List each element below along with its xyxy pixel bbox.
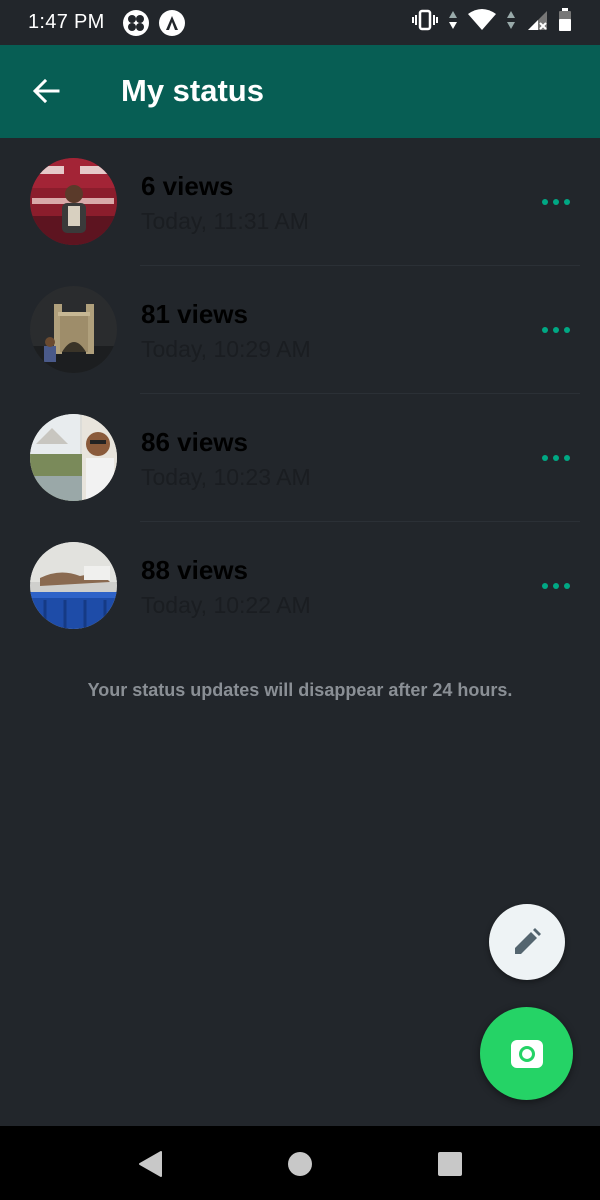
- status-right-icons: [412, 8, 572, 37]
- status-thumbnail: [30, 414, 117, 501]
- back-button[interactable]: [26, 71, 66, 111]
- more-options-button[interactable]: [536, 576, 576, 596]
- camera-icon: [510, 1039, 543, 1068]
- vibrate-icon: [412, 9, 438, 36]
- nav-home-button[interactable]: [280, 1144, 320, 1184]
- wifi-icon: [468, 9, 496, 36]
- battery-icon: [558, 8, 572, 37]
- view-count: 86 views: [141, 427, 248, 457]
- status-row[interactable]: 88 views Today, 10:22 AM: [0, 522, 600, 650]
- app-bar: My status: [0, 45, 600, 138]
- status-thumbnail: [30, 286, 117, 373]
- camera-button[interactable]: [480, 1007, 573, 1100]
- data-arrows-icon: [448, 10, 458, 35]
- status-thumbnail: [30, 158, 117, 245]
- more-options-button[interactable]: [536, 192, 576, 212]
- status-list: 6 views Today, 11:31 AM 81 views Today, …: [0, 138, 600, 650]
- status-row[interactable]: 86 views Today, 10:23 AM: [0, 394, 600, 522]
- view-count: 81 views: [141, 299, 248, 329]
- triangle-back-icon: [139, 1151, 162, 1177]
- more-options-button[interactable]: [536, 448, 576, 468]
- a-icon: [158, 9, 185, 36]
- more-options-button[interactable]: [536, 320, 576, 340]
- status-row[interactable]: 6 views Today, 11:31 AM: [0, 138, 600, 266]
- status-row[interactable]: 81 views Today, 10:29 AM: [0, 266, 600, 394]
- page-title: My status: [121, 73, 264, 108]
- arrow-left-icon: [32, 78, 60, 104]
- pencil-icon: [515, 928, 541, 954]
- status-time: Today, 10:23 AM: [141, 464, 311, 490]
- status-time: Today, 11:31 AM: [141, 208, 309, 234]
- more-horizontal-icon: [542, 583, 570, 589]
- status-time: Today, 10:22 AM: [141, 592, 311, 618]
- view-count: 6 views: [141, 171, 234, 201]
- view-count: 88 views: [141, 555, 248, 585]
- disappear-info-text: Your status updates will disappear after…: [87, 680, 513, 700]
- more-horizontal-icon: [542, 455, 570, 461]
- status-left-icons: [122, 9, 185, 36]
- nav-back-button[interactable]: [130, 1144, 170, 1184]
- status-time: 1:47 PM: [28, 11, 105, 33]
- signal-icon: [526, 9, 548, 36]
- status-time: Today, 10:29 AM: [141, 336, 311, 362]
- data-arrows-icon-2: [506, 10, 516, 35]
- status-bar: 1:47 PM: [0, 0, 600, 45]
- system-nav-bar: [0, 1126, 600, 1200]
- status-thumbnail: [30, 542, 117, 629]
- more-horizontal-icon: [542, 199, 570, 205]
- fan-icon: [122, 9, 149, 36]
- text-status-button[interactable]: [489, 904, 565, 980]
- more-horizontal-icon: [542, 327, 570, 333]
- nav-recents-button[interactable]: [430, 1144, 470, 1184]
- square-recents-icon: [438, 1152, 462, 1176]
- circle-home-icon: [288, 1152, 312, 1176]
